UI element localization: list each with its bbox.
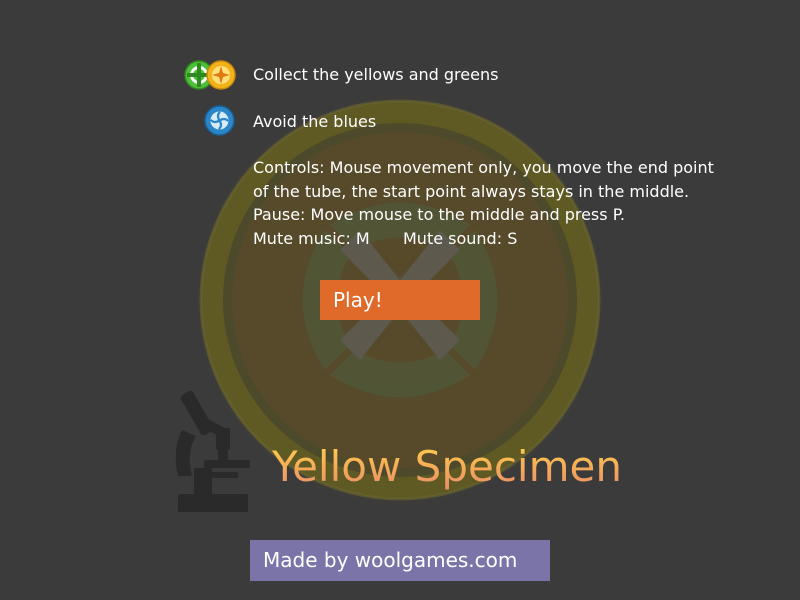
play-button[interactable]: Play! [320,280,480,320]
mute-sound-hint: Mute sound: S [403,229,518,248]
pause-instruction: Pause: Move mouse to the middle and pres… [253,205,625,224]
game-title: Yellow Specimen [272,442,622,491]
avoid-instruction: Avoid the blues [253,112,377,131]
blue-specimen-icon [204,105,235,136]
controls-line-2: of the tube, the start point always stay… [253,182,690,201]
controls-line-1: Controls: Mouse movement only, you move … [253,158,714,177]
yellow-specimen-icon [206,60,236,90]
play-button-label: Play! [333,288,383,312]
microscope-icon [175,390,250,512]
collect-instruction: Collect the yellows and greens [253,65,499,84]
mute-music-hint: Mute music: M [253,229,370,248]
credit-link-button[interactable]: Made by woolgames.com [250,540,550,581]
credit-label: Made by woolgames.com [263,548,518,572]
game-screen: Collect the yellows and greens Avoid the… [0,0,800,600]
